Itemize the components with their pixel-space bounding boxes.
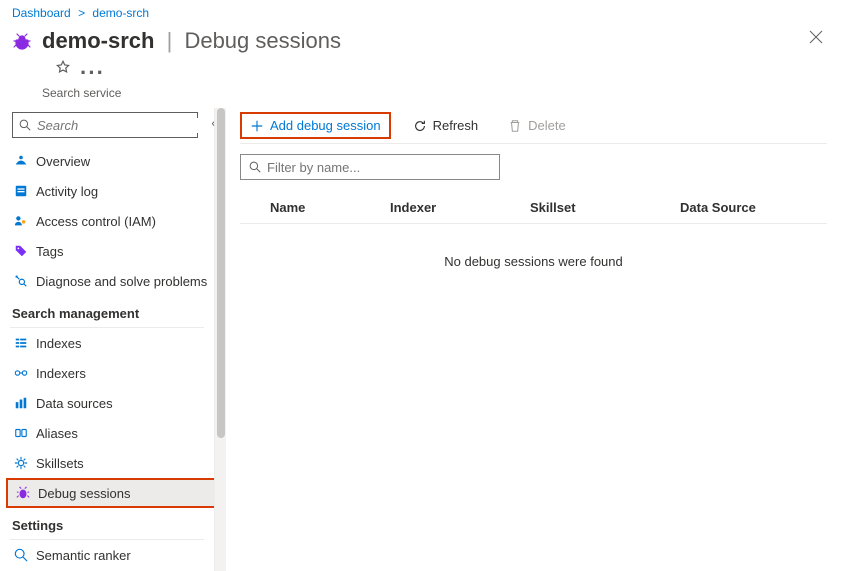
filter-input[interactable] — [267, 160, 491, 175]
close-button[interactable] — [809, 30, 823, 44]
sidebar-item-label: Debug sessions — [38, 486, 131, 501]
sidebar-item-label: Indexers — [36, 366, 86, 381]
sidebar: « Overview Activity log Access control (… — [0, 108, 214, 571]
sidebar-item-label: Skillsets — [36, 456, 84, 471]
sidebar-item-aliases[interactable]: Aliases — [10, 418, 214, 448]
column-header-name[interactable]: Name — [240, 200, 390, 215]
sidebar-item-tags[interactable]: Tags — [10, 236, 214, 266]
favorite-star-icon[interactable] — [56, 60, 70, 86]
indexes-icon — [14, 336, 36, 350]
column-header-skillset[interactable]: Skillset — [530, 200, 680, 215]
sidebar-scrollbar[interactable] — [214, 108, 226, 571]
sidebar-item-label: Overview — [36, 154, 90, 169]
sidebar-item-label: Data sources — [36, 396, 113, 411]
empty-state-message: No debug sessions were found — [240, 224, 827, 299]
sidebar-section-search-mgmt: Search management — [10, 296, 204, 328]
bug-icon — [12, 32, 32, 52]
semantic-ranker-icon — [14, 548, 36, 562]
indexers-icon — [14, 366, 36, 380]
skillsets-icon — [14, 456, 36, 470]
sidebar-item-debug-sessions[interactable]: Debug sessions — [6, 478, 218, 508]
delete-icon — [508, 119, 522, 133]
sidebar-item-overview[interactable]: Overview — [10, 146, 214, 176]
sidebar-section-settings: Settings — [10, 508, 204, 540]
tags-icon — [14, 244, 36, 258]
sidebar-search[interactable] — [12, 112, 198, 138]
page-header: demo-srch | Debug sessions ··· Search se… — [0, 24, 841, 108]
sidebar-item-label: Indexes — [36, 336, 82, 351]
refresh-icon — [413, 119, 427, 133]
sidebar-item-data-sources[interactable]: Data sources — [10, 388, 214, 418]
plus-icon — [250, 119, 264, 133]
column-header-data-source[interactable]: Data Source — [680, 200, 820, 215]
sidebar-item-semantic-ranker[interactable]: Semantic ranker — [10, 540, 214, 570]
search-icon — [249, 161, 261, 173]
resource-name: demo-srch — [42, 28, 154, 53]
sidebar-item-label: Access control (IAM) — [36, 214, 156, 229]
breadcrumb-root[interactable]: Dashboard — [12, 6, 71, 20]
more-menu-icon[interactable]: ··· — [80, 60, 105, 86]
sidebar-item-label: Activity log — [36, 184, 98, 199]
diagnose-icon — [14, 274, 36, 288]
column-header-indexer[interactable]: Indexer — [390, 200, 530, 215]
delete-button-label: Delete — [528, 118, 566, 133]
filter-box[interactable] — [240, 154, 500, 180]
resource-type: Search service — [42, 86, 341, 100]
sidebar-search-input[interactable] — [37, 118, 215, 133]
main-content: Add debug session Refresh Delete Name In… — [226, 108, 841, 571]
bug-icon — [16, 486, 38, 500]
add-debug-session-button[interactable]: Add debug session — [240, 112, 391, 139]
search-icon — [19, 119, 31, 131]
overview-icon — [14, 154, 36, 168]
refresh-button-label: Refresh — [433, 118, 479, 133]
sidebar-item-indexers[interactable]: Indexers — [10, 358, 214, 388]
sidebar-item-access-control[interactable]: Access control (IAM) — [10, 206, 214, 236]
sidebar-item-diagnose[interactable]: Diagnose and solve problems — [10, 266, 214, 296]
activity-log-icon — [14, 184, 36, 198]
breadcrumb-separator: > — [78, 6, 85, 20]
section-title: Debug sessions — [184, 28, 341, 53]
sidebar-item-label: Aliases — [36, 426, 78, 441]
command-bar: Add debug session Refresh Delete — [240, 108, 827, 144]
sidebar-item-skillsets[interactable]: Skillsets — [10, 448, 214, 478]
table-header-row: Name Indexer Skillset Data Source — [240, 190, 827, 224]
scrollbar-thumb[interactable] — [217, 108, 225, 438]
sidebar-item-label: Diagnose and solve problems — [36, 274, 207, 289]
breadcrumb: Dashboard > demo-srch — [0, 0, 841, 24]
breadcrumb-current[interactable]: demo-srch — [92, 6, 149, 20]
sidebar-item-label: Semantic ranker — [36, 548, 131, 563]
title-separator: | — [167, 28, 173, 53]
data-sources-icon — [14, 396, 36, 410]
aliases-icon — [14, 426, 36, 440]
sidebar-item-indexes[interactable]: Indexes — [10, 328, 214, 358]
add-button-label: Add debug session — [270, 118, 381, 133]
access-control-icon — [14, 214, 36, 228]
refresh-button[interactable]: Refresh — [405, 114, 487, 137]
sidebar-item-activity-log[interactable]: Activity log — [10, 176, 214, 206]
delete-button: Delete — [500, 114, 574, 137]
sidebar-item-label: Tags — [36, 244, 63, 259]
